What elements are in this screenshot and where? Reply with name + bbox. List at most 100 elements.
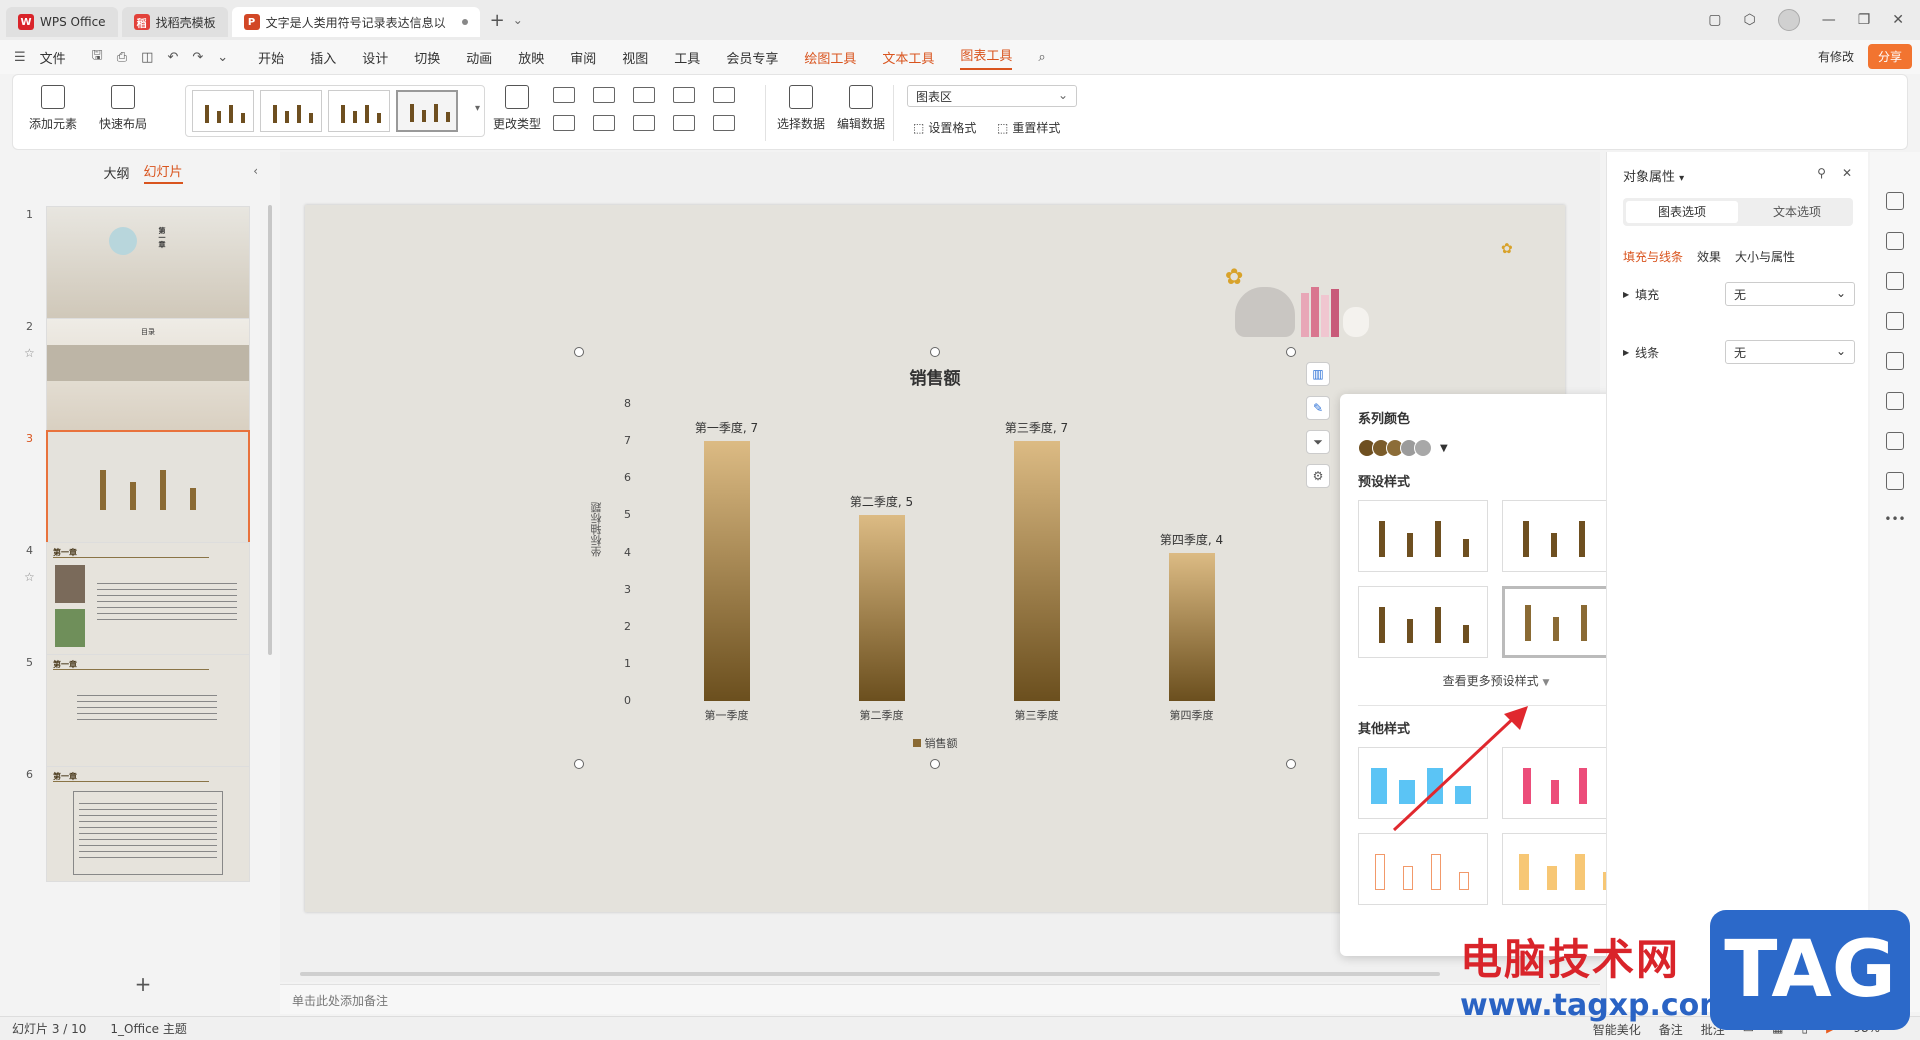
y-axis-title[interactable]: 坐标轴标题	[589, 502, 605, 557]
add-slide-plus-icon[interactable]: +	[12, 972, 274, 996]
star-icon[interactable]: ☆	[24, 570, 35, 584]
pin-icon[interactable]: ⚲	[1817, 166, 1826, 180]
data-label[interactable]: 第二季度, 5	[822, 493, 942, 510]
gallery-style-2[interactable]	[260, 90, 322, 132]
line-chart-icon[interactable]	[633, 87, 655, 103]
change-type-button[interactable]: 更改类型	[493, 85, 541, 132]
chart-style-gallery[interactable]	[185, 85, 485, 137]
menu-tools[interactable]: 工具	[674, 48, 700, 67]
cube-icon[interactable]: ⬡	[1743, 12, 1755, 28]
stock-chart-icon[interactable]	[593, 115, 615, 131]
resize-handle[interactable]	[574, 347, 584, 357]
menu-text-tools[interactable]: 文本工具	[882, 48, 934, 67]
hamburger-icon[interactable]: ☰	[14, 50, 26, 65]
table-chart-icon[interactable]	[713, 87, 735, 103]
see-more-presets-link[interactable]: 查看更多预设样式 ▼	[1358, 672, 1634, 689]
menu-review[interactable]: 审阅	[570, 48, 596, 67]
notes-area[interactable]: 单击此处添加备注	[280, 984, 1600, 1014]
tab-template[interactable]: 稻 找稻壳模板	[121, 7, 228, 37]
gallery-style-4[interactable]	[396, 90, 458, 132]
menu-drawing-tools[interactable]: 绘图工具	[804, 48, 856, 67]
menu-slideshow[interactable]: 放映	[518, 48, 544, 67]
notes-toggle-button[interactable]: 备注	[1659, 1021, 1683, 1038]
preset-style-1[interactable]	[1358, 500, 1488, 572]
chart-options-tab[interactable]: 图表选项	[1626, 201, 1738, 223]
tab-dropdown-chevron-icon[interactable]: ⌄	[513, 13, 523, 27]
reading-view-icon[interactable]: ▯	[1801, 1021, 1808, 1038]
size-properties-tab[interactable]: 大小与属性	[1735, 248, 1795, 265]
effects-tab[interactable]: 效果	[1697, 248, 1721, 265]
data-label[interactable]: 第四季度, 4	[1132, 531, 1252, 548]
column-chart-icon[interactable]	[553, 87, 575, 103]
zoom-level[interactable]: 98%	[1853, 1021, 1880, 1038]
scatter-chart-icon[interactable]	[673, 115, 695, 131]
slide-panel-scrollbar[interactable]	[268, 205, 272, 655]
image-icon[interactable]	[1886, 392, 1904, 410]
menu-member[interactable]: 会员专享	[726, 48, 778, 67]
gallery-expand-chevron-icon[interactable]: ▾	[475, 103, 480, 114]
chart-style-brush-icon[interactable]: ✎	[1306, 396, 1330, 420]
resize-handle[interactable]	[1286, 347, 1296, 357]
radar-chart-icon[interactable]	[673, 87, 695, 103]
copy-icon[interactable]	[1886, 272, 1904, 290]
avatar[interactable]	[1777, 9, 1800, 31]
tab-wps-office[interactable]: W WPS Office	[6, 7, 118, 37]
pie-chart-icon[interactable]	[633, 115, 655, 131]
modified-status[interactable]: 有修改	[1818, 48, 1854, 65]
share-button[interactable]: 分享	[1867, 44, 1912, 69]
theme-name[interactable]: 1_Office 主题	[110, 1020, 186, 1037]
comments-button[interactable]: 批注	[1701, 1021, 1725, 1038]
resize-handle[interactable]	[1286, 759, 1296, 769]
layout-icon[interactable]: ▢	[1708, 12, 1721, 28]
other-style-orange-outline[interactable]	[1358, 833, 1488, 905]
menu-transition[interactable]: 切换	[414, 48, 440, 67]
undo-icon[interactable]: ↶	[167, 50, 178, 65]
menu-animation[interactable]: 动画	[466, 48, 492, 67]
chart-filter-icon[interactable]: ⏷	[1306, 430, 1330, 454]
chevron-down-icon[interactable]: ▼	[1440, 443, 1448, 454]
help-icon[interactable]	[1886, 432, 1904, 450]
slide-thumbnail-2[interactable]: 目录	[46, 318, 250, 434]
menu-insert[interactable]: 插入	[310, 48, 336, 67]
preview-icon[interactable]: ◫	[141, 50, 153, 65]
resize-handle[interactable]	[930, 759, 940, 769]
grid-view-icon[interactable]: ▦	[1772, 1021, 1783, 1038]
menu-design[interactable]: 设计	[362, 48, 388, 67]
print-icon[interactable]: ⎙	[117, 50, 127, 65]
slide-thumbnail-1[interactable]: 第一章	[46, 206, 250, 322]
tools-icon[interactable]	[1886, 352, 1904, 370]
save-icon[interactable]: 🖫	[92, 46, 103, 68]
star-icon[interactable]: ☆	[24, 346, 35, 360]
preset-style-3[interactable]	[1358, 586, 1488, 658]
layout-icon[interactable]	[1886, 312, 1904, 330]
menu-chart-tools[interactable]: 图表工具	[960, 45, 1013, 70]
fill-select[interactable]: 无 ⌄	[1725, 282, 1855, 306]
properties-icon[interactable]	[1886, 192, 1904, 210]
slide-thumbnail-4[interactable]: 第一章	[46, 542, 250, 658]
expand-triangle-icon[interactable]: ▶	[1623, 290, 1629, 299]
close-panel-icon[interactable]: ✕	[1842, 166, 1852, 180]
add-element-button[interactable]: 添加元素	[29, 85, 77, 132]
data-label[interactable]: 第一季度, 7	[667, 419, 787, 436]
play-icon[interactable]: ▶	[1826, 1021, 1835, 1038]
reset-style-button[interactable]: ⬚ 重置样式	[997, 119, 1060, 136]
data-label[interactable]: 第三季度, 7	[977, 419, 1097, 436]
menu-view[interactable]: 视图	[622, 48, 648, 67]
redo-icon[interactable]: ↷	[192, 50, 203, 65]
unsaved-dot-icon[interactable]	[461, 19, 468, 25]
collapse-panel-chevron-icon[interactable]: ‹	[253, 164, 258, 178]
tab-outline[interactable]: 大纲	[103, 163, 129, 182]
menu-home[interactable]: 开始	[258, 48, 284, 67]
share-icon[interactable]	[1886, 472, 1904, 490]
chart-title[interactable]: 销售额	[579, 364, 1291, 389]
text-options-tab[interactable]: 文本选项	[1741, 198, 1853, 226]
area-chart-icon[interactable]	[553, 115, 575, 131]
chart-elements-icon[interactable]: ▥	[1306, 362, 1330, 386]
slide-thumbnail-3[interactable]	[46, 430, 250, 546]
set-format-button[interactable]: ⬚ 设置格式	[913, 119, 976, 136]
chart-bar[interactable]	[858, 515, 905, 701]
slide-thumbnail-5[interactable]: 第一章	[46, 654, 250, 770]
menu-file[interactable]: 文件	[40, 48, 66, 67]
combo-chart-icon[interactable]	[713, 115, 735, 131]
panel-title[interactable]: 对象属性 ▾	[1623, 166, 1684, 185]
